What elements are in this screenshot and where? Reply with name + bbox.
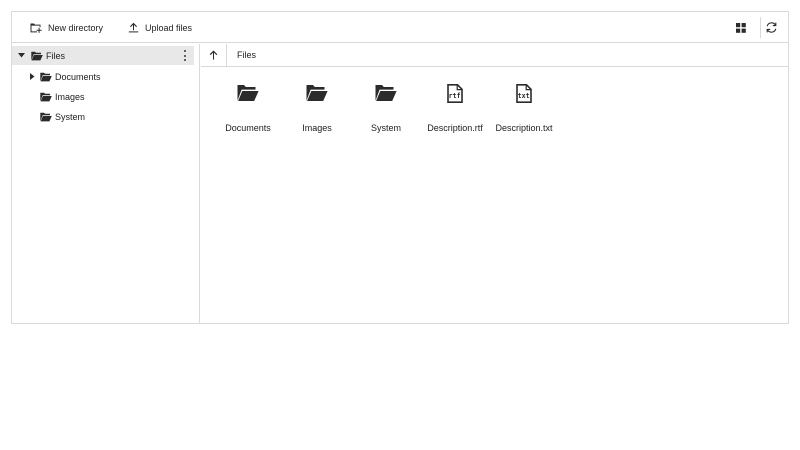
folder-open-icon — [283, 84, 351, 106]
item-name: Description.rtf — [427, 123, 483, 133]
folder-open-icon — [31, 51, 43, 61]
file-extension-label: rtf — [449, 92, 461, 100]
grid-view-icon — [736, 22, 746, 33]
tree-item-documents[interactable]: Documents — [12, 67, 101, 86]
folder-open-icon — [40, 92, 52, 102]
item-description-rtf[interactable]: rtf Description.rtf — [421, 80, 489, 140]
refresh-icon — [765, 21, 778, 34]
caret-down-icon[interactable] — [17, 53, 26, 58]
file-manager: New directory Upload files Files Documen… — [11, 11, 789, 324]
item-name: Images — [302, 123, 332, 133]
content-pane: Files Documents Images System rtf Descri… — [201, 44, 788, 323]
view-toggle-button[interactable] — [735, 12, 747, 43]
item-description-txt[interactable]: txt Description.txt — [490, 80, 558, 140]
toolbar: New directory Upload files — [12, 12, 788, 43]
tree-item-label: Images — [55, 91, 85, 102]
tree-item-images[interactable]: Images — [12, 87, 85, 106]
item-images[interactable]: Images — [283, 80, 351, 140]
caret-right-icon[interactable] — [28, 73, 37, 80]
tree-item-system[interactable]: System — [12, 107, 85, 126]
more-options-icon[interactable] — [183, 50, 187, 61]
new-directory-button[interactable]: New directory — [30, 12, 103, 43]
item-system[interactable]: System — [352, 80, 420, 140]
upload-files-label: Upload files — [145, 22, 193, 33]
folder-open-icon — [214, 84, 282, 106]
item-name: Description.txt — [495, 123, 553, 133]
folder-open-icon — [40, 72, 52, 82]
item-documents[interactable]: Documents — [214, 80, 282, 140]
new-folder-icon — [30, 22, 42, 33]
breadcrumb: Files — [201, 44, 788, 67]
tree-item-label: System — [55, 111, 86, 122]
item-name: System — [370, 123, 401, 133]
breadcrumb-item-files[interactable]: Files — [237, 44, 256, 67]
folder-open-icon — [352, 84, 420, 106]
tree-item-files[interactable]: Files — [12, 46, 194, 65]
tree-item-label: Files — [46, 50, 66, 61]
toolbar-separator — [760, 17, 761, 38]
upload-icon — [128, 22, 139, 33]
upload-files-button[interactable]: Upload files — [128, 12, 192, 43]
up-button[interactable] — [201, 44, 227, 67]
file-extension-label: txt — [518, 92, 530, 100]
item-name: Documents — [225, 123, 271, 133]
refresh-button[interactable] — [765, 12, 778, 43]
tree-item-label: Documents — [55, 71, 101, 82]
navigation-pane: Files Documents Images System — [12, 44, 200, 323]
folder-open-icon — [40, 112, 52, 122]
rtf-file-icon: rtf — [421, 84, 489, 106]
txt-file-icon: txt — [490, 84, 558, 106]
arrow-up-icon — [209, 50, 218, 62]
new-directory-label: New directory — [48, 22, 104, 33]
